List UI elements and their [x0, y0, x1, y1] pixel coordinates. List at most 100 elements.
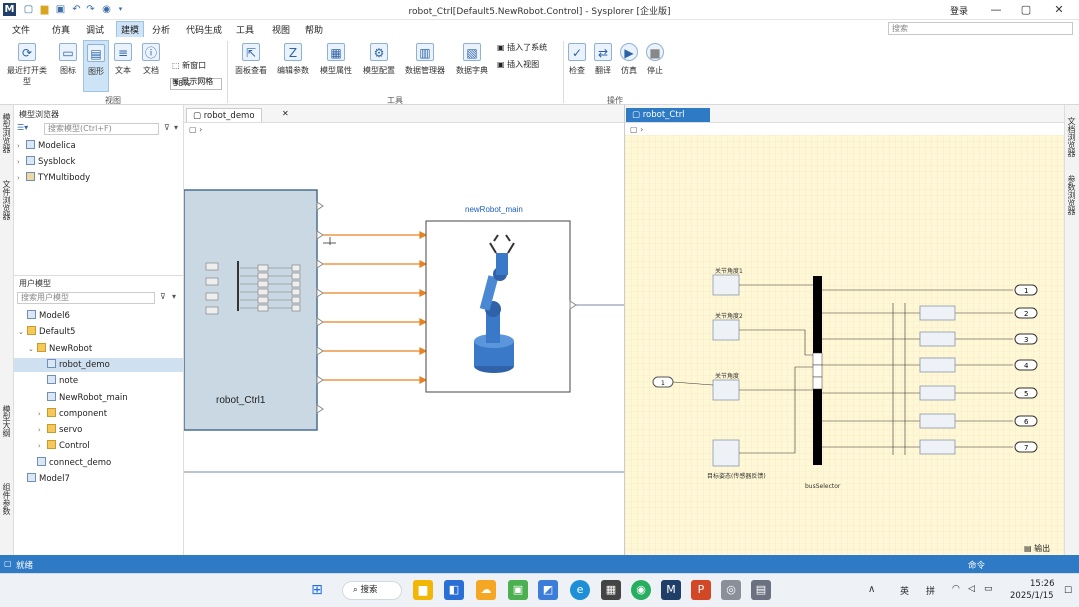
- library-search-input[interactable]: 搜索模型(Ctrl+F): [44, 123, 159, 135]
- menu-view[interactable]: 视图: [272, 23, 290, 36]
- ime-mode[interactable]: 拼: [926, 584, 935, 597]
- lib-item-modelica[interactable]: › Modelica: [17, 139, 76, 153]
- output-tab[interactable]: ▤ 输出: [1024, 543, 1050, 554]
- lib-item-sysblock[interactable]: › Sysblock: [17, 155, 75, 169]
- robot-output-port: [569, 300, 577, 310]
- ime-lang[interactable]: 英: [900, 584, 909, 597]
- model-config-button[interactable]: ⚙ 模型配置: [360, 40, 398, 92]
- panel-menu-icon[interactable]: ▾: [174, 123, 178, 132]
- command-label[interactable]: 命令: [968, 559, 985, 571]
- inport-1-label: 1: [661, 380, 665, 387]
- model-prop-button[interactable]: ▦ 模型属性: [317, 40, 355, 92]
- app-icon[interactable]: ▦: [601, 580, 621, 600]
- menu-codegen[interactable]: 代码生成: [186, 23, 222, 36]
- user-tree-item[interactable]: ⌄ NewRobot: [14, 342, 183, 356]
- translate-button[interactable]: ⇄ 翻译: [591, 40, 615, 92]
- user-tree-item[interactable]: › component: [14, 407, 183, 421]
- tray-chevron-icon[interactable]: ∧: [868, 584, 875, 595]
- login-link[interactable]: 登录: [950, 4, 968, 17]
- user-tree-item[interactable]: › servo: [14, 423, 183, 437]
- maximize-icon[interactable]: ▢: [1018, 2, 1034, 18]
- menu-analysis[interactable]: 分析: [152, 23, 170, 36]
- menu-debug[interactable]: 调试: [86, 23, 104, 36]
- powerpoint-icon[interactable]: P: [691, 580, 711, 600]
- tab-param-browser[interactable]: 参数浏览器: [1067, 175, 1077, 215]
- app-icon[interactable]: ◎: [721, 580, 741, 600]
- doc-view-button[interactable]: ⓘ 文档: [138, 40, 164, 92]
- wifi-icon[interactable]: ◠: [952, 584, 960, 594]
- collapse-arrow-icon[interactable]: ›: [38, 423, 47, 437]
- app-icon[interactable]: ▤: [751, 580, 771, 600]
- user-tree-item-label: Control: [59, 441, 90, 452]
- wechat-icon[interactable]: ◉: [631, 580, 651, 600]
- panel-icon: ⇱: [242, 43, 260, 61]
- insert-system-button[interactable]: ▣ 插入了系统: [497, 42, 547, 54]
- data-mgr-button[interactable]: ▥ 数据管理器: [402, 40, 448, 92]
- tree-view-icon[interactable]: ☰▾: [17, 123, 28, 132]
- user-tree-item[interactable]: connect_demo: [14, 456, 183, 470]
- menu-file[interactable]: 文件: [12, 23, 30, 36]
- user-tree-item[interactable]: › Control: [14, 439, 183, 453]
- tab-robot-ctrl[interactable]: ▢ robot_Ctrl: [626, 108, 710, 122]
- minimize-icon[interactable]: —: [988, 2, 1004, 18]
- outport-label: 6: [1024, 418, 1029, 426]
- tab-robot-demo[interactable]: ▢ robot_demo: [186, 108, 262, 122]
- expand-arrow-icon[interactable]: ⌄: [28, 342, 37, 356]
- tab-model-outline[interactable]: 模型大纲: [2, 405, 12, 437]
- tab-doc-browser[interactable]: 文档浏览器: [1067, 117, 1077, 157]
- recent-button[interactable]: ⟳ 最近打开类型: [4, 40, 50, 92]
- icon-view-button[interactable]: ▭ 图标: [52, 40, 84, 92]
- taskbar-search[interactable]: ⌕ 搜索: [342, 581, 402, 600]
- menu-simulate[interactable]: 仿真: [52, 23, 70, 36]
- expand-arrow-icon[interactable]: ⌄: [18, 325, 27, 339]
- menu-help[interactable]: 帮助: [305, 23, 323, 36]
- edit-param-button[interactable]: Z 编辑参数: [274, 40, 312, 92]
- windows-start-icon[interactable]: ⊞: [307, 580, 327, 600]
- user-tree-item[interactable]: Model6: [14, 309, 183, 323]
- filter-icon[interactable]: ⊽: [164, 123, 170, 132]
- photos-icon[interactable]: ◩: [538, 580, 558, 600]
- file-explorer-icon[interactable]: ▆: [413, 580, 433, 600]
- weather-icon[interactable]: ☁: [476, 580, 496, 600]
- app-icon[interactable]: ◧: [444, 580, 464, 600]
- clock-time[interactable]: 15:26: [1030, 579, 1055, 589]
- notification-icon[interactable]: ☐: [1064, 586, 1072, 596]
- close-icon[interactable]: ✕: [1051, 2, 1067, 18]
- tab-component-params[interactable]: 组件参数: [2, 483, 12, 515]
- panel-menu-icon[interactable]: ▾: [172, 292, 176, 301]
- collapse-arrow-icon[interactable]: ›: [38, 439, 47, 453]
- show-grid-toggle[interactable]: ⊞ 显示网格: [172, 76, 213, 88]
- lib-item-tymultibody[interactable]: › TYMultibody: [17, 171, 90, 185]
- panel-button[interactable]: ⇱ 面板查看: [232, 40, 270, 92]
- tab-close-icon[interactable]: ✕: [282, 109, 289, 118]
- user-tree-item[interactable]: NewRobot_main: [14, 391, 183, 405]
- volume-icon[interactable]: ◁: [968, 584, 975, 594]
- tab-model-browser[interactable]: 模型浏览器: [2, 113, 12, 153]
- data-dict-button[interactable]: ▧ 数据字典: [452, 40, 492, 92]
- filter-icon[interactable]: ⊽: [160, 292, 166, 301]
- sysplorer-icon[interactable]: M: [661, 580, 681, 600]
- collapse-arrow-icon[interactable]: ›: [38, 407, 47, 421]
- stop-button[interactable]: ■ 停止: [643, 40, 667, 92]
- user-tree-item[interactable]: robot_demo: [14, 357, 183, 372]
- user-search-input[interactable]: 搜索用户模型: [17, 292, 155, 304]
- new-window-button[interactable]: ⬚ 新窗口: [172, 60, 206, 72]
- menu-tools[interactable]: 工具: [236, 23, 254, 36]
- edge-browser-icon[interactable]: e: [570, 580, 590, 600]
- search-input[interactable]: 搜索: [888, 22, 1073, 35]
- user-tree-item[interactable]: Model7: [14, 472, 183, 486]
- user-tree-item[interactable]: note: [14, 374, 183, 388]
- menu-modeling[interactable]: 建模: [116, 21, 145, 38]
- insert-view-button[interactable]: ▣ 插入视图: [497, 59, 539, 71]
- package-folder-icon: [47, 424, 56, 434]
- diagram-view-button[interactable]: ▤ 图形: [83, 40, 109, 92]
- simulate-button[interactable]: ▶ 仿真: [617, 40, 641, 92]
- user-tree-item[interactable]: ⌄ Default5: [14, 325, 183, 339]
- tab-file-browser[interactable]: 文件浏览器: [2, 180, 12, 220]
- battery-icon[interactable]: ▭: [984, 584, 993, 594]
- user-tree-item-label: note: [59, 376, 79, 387]
- app-icon[interactable]: ▣: [508, 580, 528, 600]
- clock-date[interactable]: 2025/1/15: [1010, 591, 1054, 601]
- check-button[interactable]: ✓ 检查: [565, 40, 589, 92]
- text-view-button[interactable]: ≡ 文本: [110, 40, 136, 92]
